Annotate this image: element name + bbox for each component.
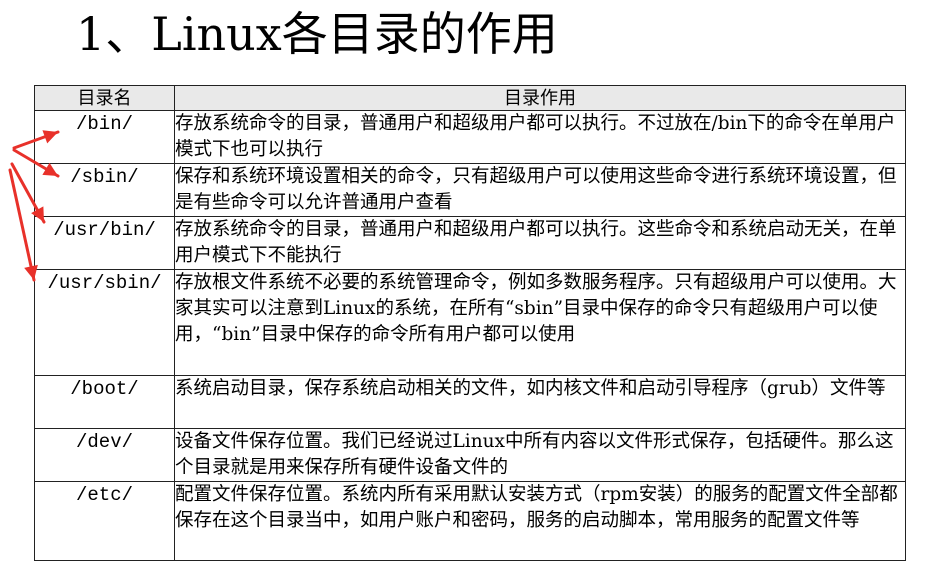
- dir-purpose-cell: 存放系统命令的目录，普通用户和超级用户都可以执行。不过放在/bin下的命令在单用…: [174, 110, 906, 164]
- header-dir-purpose: 目录作用: [174, 85, 906, 111]
- dir-purpose-cell: 存放系统命令的目录，普通用户和超级用户都可以执行。这些命令和系统启动无关，在单用…: [174, 216, 906, 270]
- dir-purpose-cell: 存放根文件系统不必要的系统管理命令，例如多数服务程序。只有超级用户可以使用。大家…: [174, 269, 906, 376]
- dir-name-cell: /etc/: [34, 481, 175, 561]
- dir-purpose-cell: 系统启动目录，保存系统启动相关的文件，如内核文件和启动引导程序（grub）文件等: [174, 375, 906, 429]
- dir-name-cell: /boot/: [34, 375, 175, 429]
- table-row: /sbin/ 保存和系统环境设置相关的命令，只有超级用户可以使用这些命令进行系统…: [34, 163, 906, 217]
- dir-purpose-cell: 设备文件保存位置。我们已经说过Linux中所有内容以文件形式保存，包括硬件。那么…: [174, 428, 906, 482]
- dir-purpose-cell: 保存和系统环境设置相关的命令，只有超级用户可以使用这些命令进行系统环境设置，但是…: [174, 163, 906, 217]
- table-row: /boot/ 系统启动目录，保存系统启动相关的文件，如内核文件和启动引导程序（g…: [34, 375, 906, 429]
- table-row: /dev/ 设备文件保存位置。我们已经说过Linux中所有内容以文件形式保存，包…: [34, 428, 906, 482]
- table-header-row: 目录名 目录作用: [34, 85, 906, 111]
- annotation-arrow-head: [24, 264, 38, 280]
- directory-table: 目录名 目录作用 /bin/ 存放系统命令的目录，普通用户和超级用户都可以执行。…: [34, 85, 906, 561]
- table-row: /usr/bin/ 存放系统命令的目录，普通用户和超级用户都可以执行。这些命令和…: [34, 216, 906, 270]
- annotation-arrow-line: [8, 168, 36, 282]
- dir-name-cell: /dev/: [34, 428, 175, 482]
- table-row: /usr/sbin/ 存放根文件系统不必要的系统管理命令，例如多数服务程序。只有…: [34, 269, 906, 376]
- table-row: /bin/ 存放系统命令的目录，普通用户和超级用户都可以执行。不过放在/bin下…: [34, 110, 906, 164]
- dir-purpose-cell: 配置文件保存位置。系统内所有采用默认安装方式（rpm安装）的服务的配置文件全部都…: [174, 481, 906, 561]
- table-row: /etc/ 配置文件保存位置。系统内所有采用默认安装方式（rpm安装）的服务的配…: [34, 481, 906, 561]
- header-dir-name: 目录名: [34, 85, 175, 111]
- annotation-arrows: [8, 130, 60, 282]
- page-title: 1、Linux各目录的作用: [76, 7, 558, 61]
